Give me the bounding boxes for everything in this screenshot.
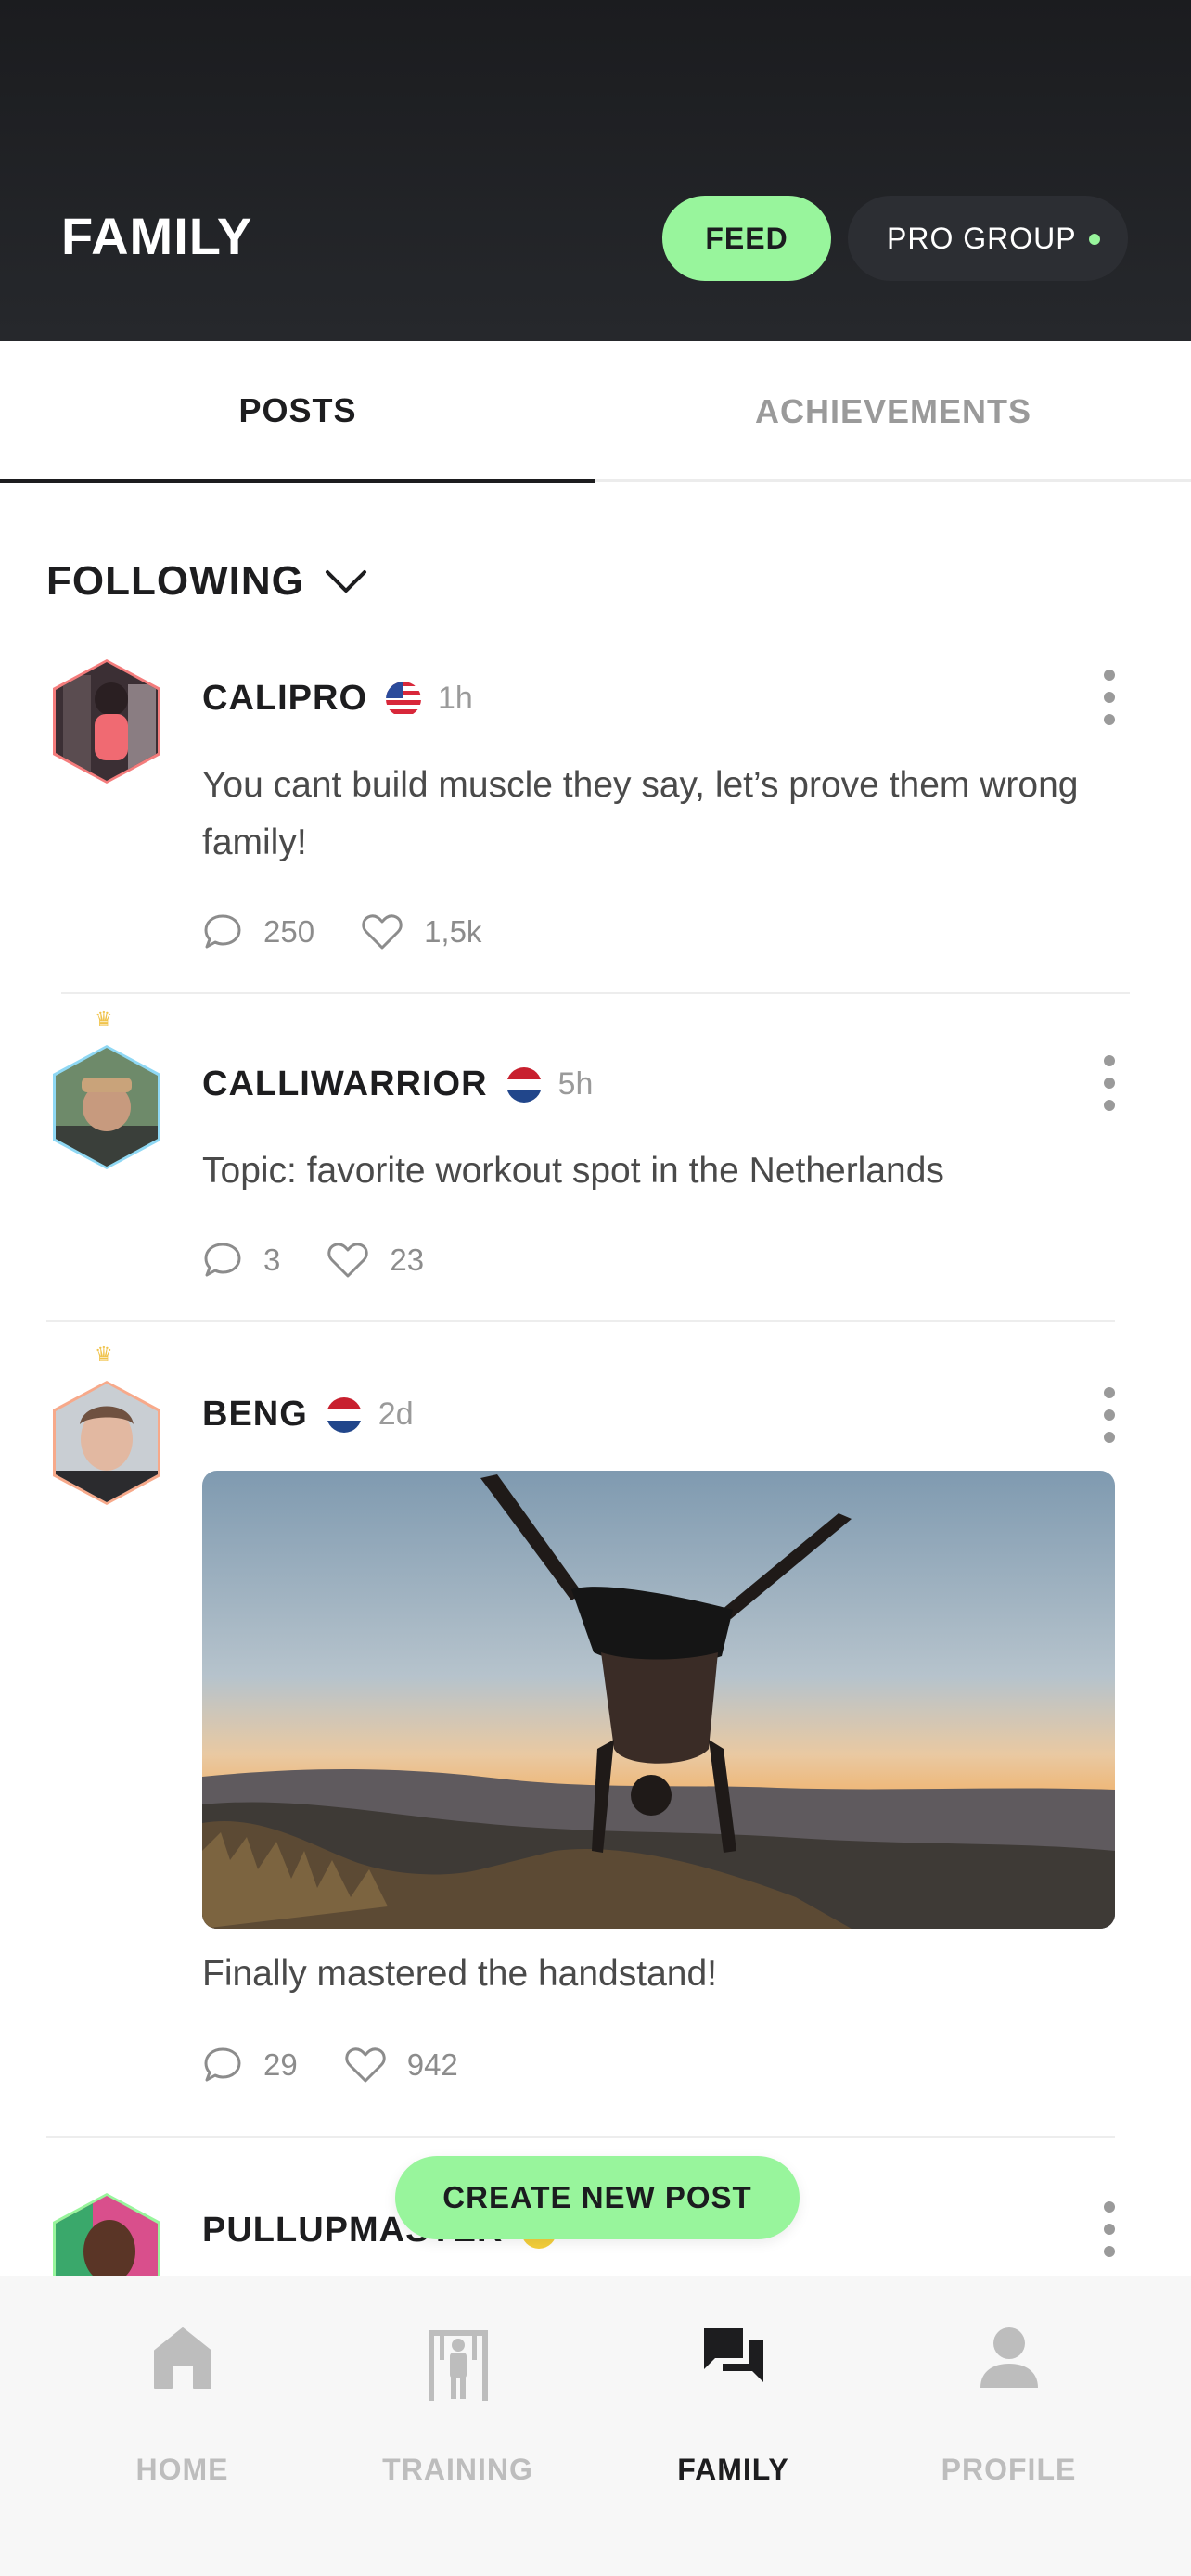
like-count: 23 xyxy=(390,1243,425,1277)
crown-icon: ♛ xyxy=(95,1343,113,1366)
post-stats: 3 23 xyxy=(202,1241,470,1280)
following-filter-dropdown[interactable]: FOLLOWING xyxy=(46,558,367,605)
nav-training-label: TRAINING xyxy=(382,2453,533,2486)
comment-count: 29 xyxy=(263,2047,298,2082)
comment-icon xyxy=(204,914,241,949)
post-menu-button[interactable] xyxy=(1100,670,1119,725)
avatar[interactable] xyxy=(46,657,167,786)
tab-bar: POSTS ACHIEVEMENTS xyxy=(0,341,1191,483)
top-header: FAMILY FEED PRO GROUP xyxy=(0,0,1191,341)
post-time: 5h xyxy=(557,1066,594,1102)
nav-profile-label: PROFILE xyxy=(941,2453,1077,2486)
notification-dot xyxy=(1089,234,1100,245)
nav-home-label: HOME xyxy=(135,2453,229,2486)
page-title: FAMILY xyxy=(61,207,253,265)
create-new-post-button[interactable]: CREATE NEW POST xyxy=(395,2156,800,2239)
heart-icon xyxy=(362,914,403,950)
comment-icon xyxy=(204,2047,241,2082)
us-flag-icon xyxy=(386,681,421,717)
heart-icon xyxy=(327,1243,369,1278)
post-time: 2d xyxy=(378,1396,414,1432)
crown-icon: ♛ xyxy=(95,1007,113,1030)
post-menu-button[interactable] xyxy=(1100,1055,1119,1111)
nav-training[interactable]: TRAINING xyxy=(309,2276,607,2576)
nav-family-label: FAMILY xyxy=(677,2453,789,2486)
like-button[interactable]: 1,5k xyxy=(361,913,481,950)
heart-icon xyxy=(345,2047,386,2083)
like-count: 942 xyxy=(406,2047,458,2082)
feed-button[interactable]: FEED xyxy=(662,196,831,281)
chevron-down-icon xyxy=(325,570,366,593)
tab-posts[interactable]: POSTS xyxy=(0,341,596,483)
bottom-navigation: HOME TRAINING FAMILY PROFILE xyxy=(0,2276,1191,2576)
pro-group-label: PRO GROUP xyxy=(887,221,1077,255)
nav-profile[interactable]: PROFILE xyxy=(860,2276,1158,2576)
like-button[interactable]: 942 xyxy=(344,2047,458,2084)
like-count: 1,5k xyxy=(424,914,482,949)
comment-count: 3 xyxy=(263,1243,281,1277)
pro-group-button[interactable]: PRO GROUP xyxy=(848,196,1128,281)
avatar[interactable] xyxy=(46,2190,167,2276)
comment-count: 250 xyxy=(263,914,315,949)
comments-button[interactable]: 250 xyxy=(202,912,314,951)
home-icon xyxy=(153,2327,211,2389)
comment-icon xyxy=(204,1243,241,1277)
post-menu-button[interactable] xyxy=(1100,2201,1119,2257)
chat-bubbles-icon xyxy=(703,2328,763,2382)
comments-button[interactable]: 29 xyxy=(202,2046,298,2085)
post-time: 1h xyxy=(438,681,473,716)
tab-achievements[interactable]: ACHIEVEMENTS xyxy=(596,341,1191,482)
post-text: Finally mastered the handstand! xyxy=(202,1954,717,1994)
nl-flag-icon xyxy=(326,1396,362,1433)
post-image[interactable] xyxy=(202,1471,1115,1929)
post-divider xyxy=(46,1320,1115,1322)
nav-family[interactable]: FAMILY xyxy=(584,2276,882,2576)
post-stats: 29 942 xyxy=(202,2046,505,2085)
nl-flag-icon xyxy=(506,1066,542,1103)
post-text: Topic: favorite workout spot in the Neth… xyxy=(202,1151,944,1191)
avatar[interactable]: ♛ xyxy=(46,1007,167,1172)
post-author[interactable]: CALLIWARRIOR xyxy=(202,1065,488,1104)
pullup-bar-icon xyxy=(428,2330,488,2401)
post-divider xyxy=(61,992,1130,994)
post-menu-button[interactable] xyxy=(1100,1387,1119,1443)
post-author[interactable]: CALIPRO xyxy=(202,679,367,719)
filter-label: FOLLOWING xyxy=(46,558,304,604)
post-text: You cant build muscle they say, let’s pr… xyxy=(202,765,1079,862)
person-icon xyxy=(980,2327,1038,2388)
post-divider xyxy=(46,2136,1115,2138)
comments-button[interactable]: 3 xyxy=(202,1241,280,1280)
avatar[interactable]: ♛ xyxy=(46,1343,167,1508)
post-author[interactable]: BENG xyxy=(202,1395,308,1435)
like-button[interactable]: 23 xyxy=(327,1242,424,1279)
nav-home[interactable]: HOME xyxy=(33,2276,331,2576)
post-stats: 250 1,5k xyxy=(202,912,528,951)
